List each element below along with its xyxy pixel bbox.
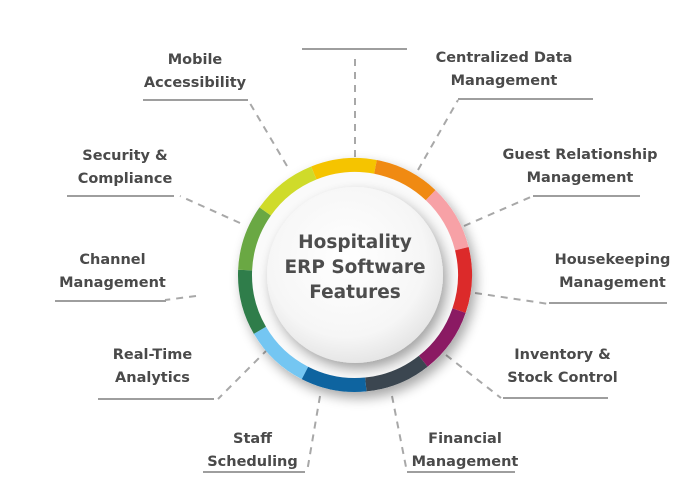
label-line: Stock Control xyxy=(507,370,618,386)
dashed-connector xyxy=(217,348,269,400)
label-line: Analytics xyxy=(115,370,190,386)
feature-label-real-time-analytics: Real-Time Analytics xyxy=(95,344,210,390)
dashed-connector xyxy=(474,292,550,305)
dashed-connector xyxy=(417,99,459,171)
title-line-2: ERP Software xyxy=(284,257,426,278)
dashed-connector xyxy=(179,195,241,224)
diagram-title: Hospitality ERP Software Features xyxy=(275,230,435,305)
label-line: Accessibility xyxy=(143,75,247,91)
feature-label-channel-management: Channel Management xyxy=(50,249,175,295)
label-line: Housekeeping xyxy=(554,252,671,268)
dashed-connector xyxy=(247,99,288,167)
feature-label-inventory-stock-control: Inventory & Stock Control xyxy=(495,344,630,390)
feature-label-mobile-accessibility: Mobile Accessibility xyxy=(135,49,255,95)
label-line: Scheduling xyxy=(207,454,298,470)
label-line: Security & xyxy=(82,148,168,164)
dashed-connector xyxy=(445,354,502,399)
label-line: Inventory & xyxy=(514,347,611,363)
label-line: Real-Time xyxy=(112,347,193,363)
feature-label-housekeeping-management: Housekeeping Management xyxy=(540,249,685,295)
label-line: Management xyxy=(59,275,166,291)
feature-label-guest-relationship-management: Guest Relationship Management xyxy=(480,144,680,190)
label-line: Financial xyxy=(428,431,502,447)
feature-label-financial-management: Financial Management xyxy=(400,428,530,474)
label-line: Management xyxy=(450,73,558,89)
label-line: Guest Relationship xyxy=(502,147,658,163)
label-line: Management xyxy=(559,275,666,291)
label-line: Centralized Data xyxy=(435,50,573,66)
label-line: Management xyxy=(411,454,519,470)
label-line: Compliance xyxy=(77,171,173,187)
label-line: Channel xyxy=(79,252,146,268)
feature-label-staff-scheduling: Staff Scheduling xyxy=(195,428,310,474)
feature-label-security-compliance: Security & Compliance xyxy=(65,145,185,191)
label-line: Staff xyxy=(233,431,272,447)
dashed-connector xyxy=(463,195,534,227)
title-line-1: Hospitality xyxy=(298,232,412,253)
feature-label-centralized-data-management: Centralized Data Management xyxy=(414,47,594,93)
label-line: Management xyxy=(526,170,634,186)
label-line: Mobile xyxy=(167,52,223,68)
dashed-connector xyxy=(164,295,197,301)
title-line-3: Features xyxy=(309,282,401,303)
